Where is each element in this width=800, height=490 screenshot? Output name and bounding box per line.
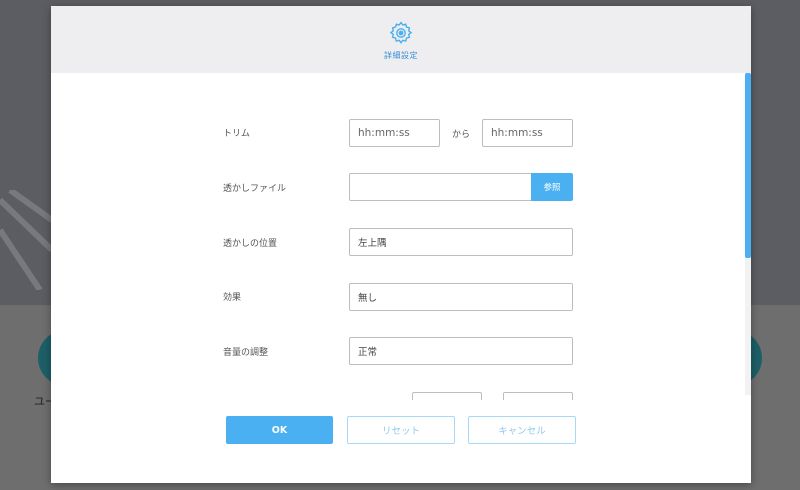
watermark-file-input[interactable] [349, 173, 532, 201]
partial-field-right[interactable] [503, 392, 573, 400]
browse-button[interactable]: 参照 [531, 173, 573, 201]
watermark-file-label: 透かしファイル [223, 184, 287, 194]
cancel-button[interactable]: キャンセル [468, 416, 576, 444]
ok-button[interactable]: OK [226, 416, 333, 444]
volume-select[interactable]: 正常 [349, 337, 573, 365]
scrollbar-thumb[interactable] [745, 73, 751, 258]
trim-separator: から [452, 130, 471, 140]
advanced-settings-dialog: 詳細設定 トリム hh:mm:ss から hh:mm:ss 透かしファイル 参照… [51, 6, 751, 483]
dialog-header: 詳細設定 [51, 6, 751, 73]
dialog-title: 詳細設定 [384, 51, 418, 60]
watermark-position-label: 透かしの位置 [223, 239, 278, 249]
trim-start-input[interactable]: hh:mm:ss [349, 119, 440, 147]
effect-label: 効果 [223, 293, 242, 303]
volume-label: 音量の調整 [223, 348, 269, 358]
trim-end-input[interactable]: hh:mm:ss [482, 119, 573, 147]
gear-icon [389, 21, 413, 44]
effect-select[interactable]: 無し [349, 283, 573, 311]
watermark-position-select[interactable]: 左上隅 [349, 228, 573, 256]
trim-label: トリム [223, 129, 251, 139]
partial-field-left[interactable] [412, 392, 482, 400]
reset-button[interactable]: リセット [347, 416, 455, 444]
background-decoration [0, 190, 52, 290]
